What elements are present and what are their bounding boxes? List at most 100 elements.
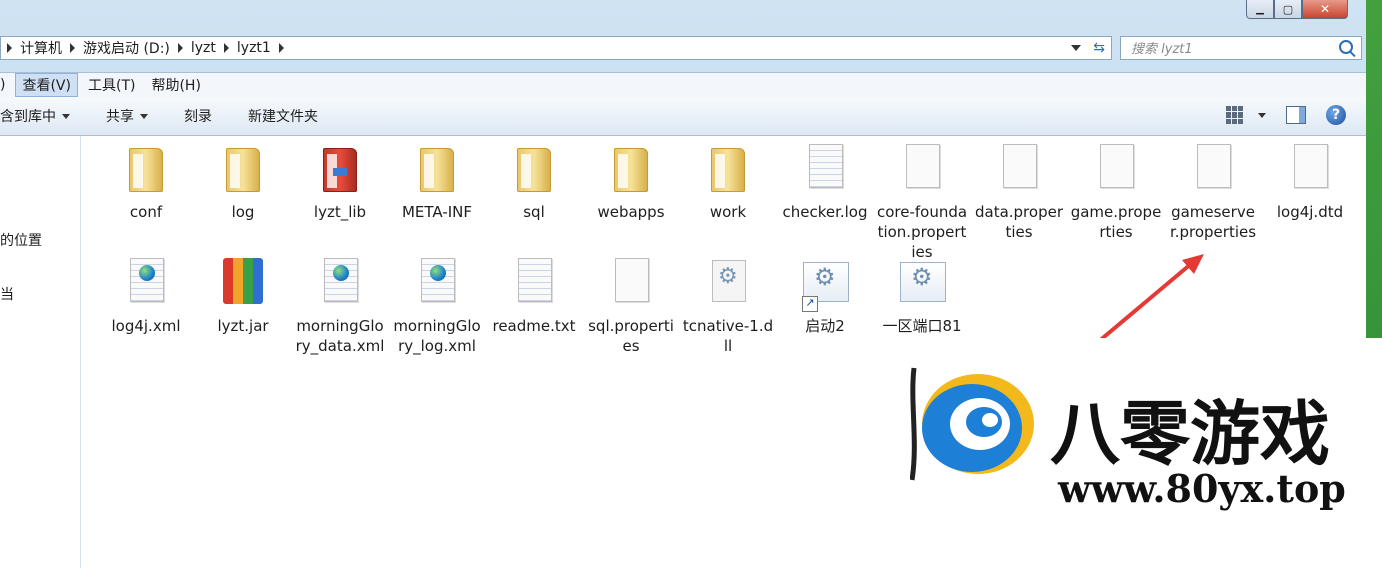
file-item[interactable]: lyzt_lib xyxy=(294,144,386,222)
application-icon xyxy=(897,258,947,310)
file-name: 一区端口81 xyxy=(882,317,962,335)
command-bar: 含到库中 共享 刻录 新建文件夹 ? xyxy=(0,97,1366,136)
file-item[interactable]: 一区端口81 xyxy=(876,258,968,336)
chevron-down-icon xyxy=(1258,112,1266,118)
breadcrumb-lyzt[interactable]: lyzt xyxy=(187,40,222,56)
brand-logo-icon xyxy=(910,367,1034,481)
address-bar[interactable]: 计算机 游戏启动 (D:) lyzt lyzt1 ⇆ xyxy=(0,36,1112,60)
file-name: sql.properties xyxy=(588,317,674,355)
xml-file-icon xyxy=(121,258,171,310)
file-item[interactable]: log4j.dtd xyxy=(1264,144,1356,222)
chevron-right-icon[interactable] xyxy=(278,43,284,53)
file-name: work xyxy=(709,203,747,221)
file-name: log xyxy=(231,203,255,221)
search-input[interactable] xyxy=(1129,38,1333,60)
include-in-library-button[interactable]: 含到库中 xyxy=(0,106,70,126)
folder-icon xyxy=(703,144,753,196)
file-item[interactable]: sql xyxy=(488,144,580,222)
file-icon xyxy=(606,258,656,310)
file-item[interactable]: META-INF xyxy=(391,144,483,222)
folder-icon xyxy=(315,144,365,196)
breadcrumb-drive[interactable]: 游戏启动 (D:) xyxy=(79,38,176,58)
menu-view[interactable]: 查看(V) xyxy=(15,73,78,97)
change-view-button[interactable] xyxy=(1226,106,1266,124)
file-name: data.properties xyxy=(974,203,1063,241)
file-item[interactable]: readme.txt xyxy=(488,258,580,336)
folder-icon xyxy=(606,144,656,196)
file-item[interactable]: game.properties xyxy=(1070,144,1162,242)
file-name: readme.txt xyxy=(492,317,576,335)
menu-bar: ) 查看(V) 工具(T) 帮助(H) xyxy=(0,72,1366,97)
file-icon xyxy=(1285,144,1335,196)
search-box xyxy=(1120,36,1362,60)
folder-icon xyxy=(509,144,559,196)
xml-file-icon xyxy=(412,258,462,310)
chevron-down-icon xyxy=(140,113,148,119)
file-item[interactable]: checker.log xyxy=(779,144,871,222)
file-item[interactable]: log4j.xml xyxy=(100,258,192,336)
chevron-right-icon[interactable] xyxy=(223,43,229,53)
menu-edit[interactable]: ) xyxy=(0,76,11,94)
watermark: 八零游戏 www.80yx.top xyxy=(890,338,1382,568)
file-icon xyxy=(994,144,1044,196)
nav-item-documents[interactable]: 当 xyxy=(0,284,14,304)
share-label: 共享 xyxy=(106,109,134,125)
new-folder-button[interactable]: 新建文件夹 xyxy=(248,106,318,126)
file-name: morningGlory_log.xml xyxy=(393,317,481,355)
file-name: checker.log xyxy=(782,203,868,221)
close-button[interactable]: ✕ xyxy=(1302,0,1348,19)
file-item[interactable]: log xyxy=(197,144,289,222)
maximize-button[interactable]: ▢ xyxy=(1274,0,1302,19)
file-item[interactable]: core-foundation.properties xyxy=(876,144,968,262)
chevron-right-icon xyxy=(7,43,12,53)
minimize-button[interactable]: ▁ xyxy=(1246,0,1274,19)
search-icon[interactable] xyxy=(1339,40,1353,54)
text-file-icon xyxy=(800,144,850,196)
file-name: log4j.xml xyxy=(111,317,181,335)
file-item[interactable]: gameserver.properties xyxy=(1167,144,1259,242)
file-item[interactable]: webapps xyxy=(585,144,677,222)
breadcrumb-lyzt1[interactable]: lyzt1 xyxy=(233,40,277,56)
nav-item-recent-places[interactable]: 的位置 xyxy=(0,230,42,250)
burn-button[interactable]: 刻录 xyxy=(184,106,212,126)
annotation-arrow xyxy=(1096,254,1204,344)
file-name: gameserver.properties xyxy=(1169,203,1257,241)
menu-tools[interactable]: 工具(T) xyxy=(82,74,141,96)
help-icon[interactable]: ? xyxy=(1326,105,1346,125)
file-item[interactable]: tcnative-1.dll xyxy=(682,258,774,356)
file-item[interactable]: conf xyxy=(100,144,192,222)
file-name: lyzt_lib xyxy=(313,203,367,221)
jar-file-icon xyxy=(218,258,268,310)
chevron-down-icon xyxy=(62,113,70,119)
file-icon xyxy=(897,144,947,196)
file-icon xyxy=(1091,144,1141,196)
library-label: 含到库中 xyxy=(0,109,56,125)
refresh-icon[interactable]: ⇆ xyxy=(1093,40,1105,56)
file-item[interactable]: morningGlory_log.xml xyxy=(391,258,483,356)
folder-icon xyxy=(121,144,171,196)
file-icon xyxy=(1188,144,1238,196)
preview-pane-icon[interactable] xyxy=(1286,106,1306,124)
folder-icon xyxy=(412,144,462,196)
file-item[interactable]: morningGlory_data.xml xyxy=(294,258,386,356)
navigation-pane: 的位置 当 xyxy=(0,136,81,568)
share-button[interactable]: 共享 xyxy=(106,106,148,126)
breadcrumb-computer[interactable]: 计算机 xyxy=(16,38,68,58)
file-item[interactable]: ↗ 启动2 xyxy=(779,258,871,336)
menu-help[interactable]: 帮助(H) xyxy=(145,74,206,96)
chevron-right-icon[interactable] xyxy=(70,43,75,53)
file-item[interactable]: lyzt.jar xyxy=(197,258,289,336)
file-name: sql xyxy=(523,203,545,221)
chevron-right-icon[interactable] xyxy=(177,43,183,53)
maximize-icon: ▢ xyxy=(1282,2,1294,16)
file-item[interactable]: work xyxy=(682,144,774,222)
file-item[interactable]: data.properties xyxy=(973,144,1065,242)
shortcut-icon: ↗ xyxy=(800,258,850,312)
file-name: tcnative-1.dll xyxy=(682,317,774,355)
address-dropdown-icon[interactable] xyxy=(1071,45,1081,51)
folder-icon xyxy=(218,144,268,196)
file-name: core-foundation.properties xyxy=(876,203,968,261)
watermark-title: 八零游戏 xyxy=(1050,393,1330,475)
file-item[interactable]: sql.properties xyxy=(585,258,677,356)
file-name: 启动2 xyxy=(805,317,845,335)
